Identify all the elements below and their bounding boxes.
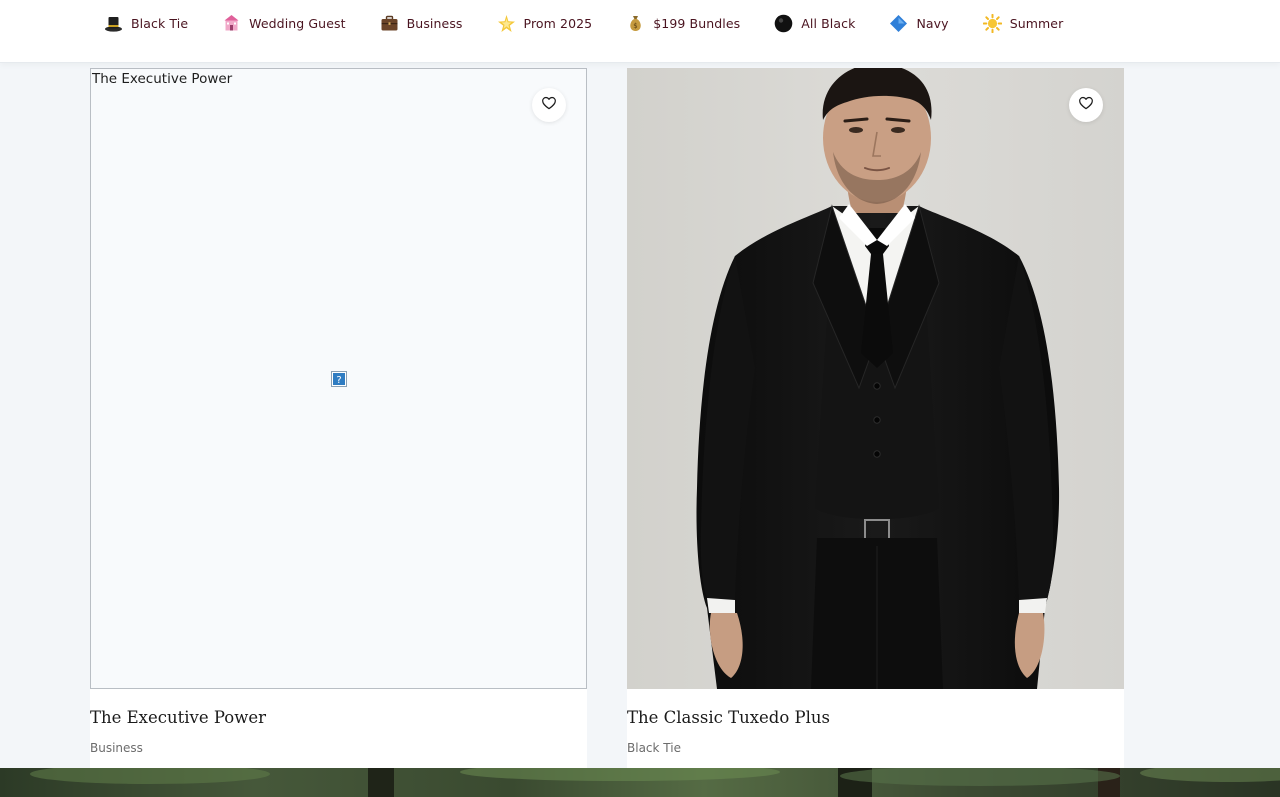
broken-image-icon: ? xyxy=(331,371,347,387)
product-category: Black Tie xyxy=(627,741,681,755)
nav-item-label: Summer xyxy=(1009,15,1064,31)
nav-item-wedding-guest[interactable]: Wedding Guest xyxy=(222,12,346,34)
svg-text:$: $ xyxy=(634,22,638,30)
nav-item-label: Wedding Guest xyxy=(249,15,346,31)
sun-icon xyxy=(982,13,1002,33)
nav-item-label: All Black xyxy=(801,15,856,31)
category-nav-list: Black Tie Wedding Guest Business Prom 20… xyxy=(104,12,1097,34)
briefcase-icon xyxy=(380,14,399,33)
blue-diamond-icon xyxy=(889,14,908,33)
nav-item-199-bundles[interactable]: $ $199 Bundles xyxy=(626,12,740,34)
product-title[interactable]: The Classic Tuxedo Plus xyxy=(627,708,830,727)
wedding-chapel-icon xyxy=(222,14,241,33)
product-category: Business xyxy=(90,741,143,755)
svg-text:?: ? xyxy=(336,375,341,386)
wishlist-button[interactable] xyxy=(532,88,566,122)
nav-item-black-tie[interactable]: Black Tie xyxy=(104,12,188,34)
product-image[interactable] xyxy=(627,68,1124,689)
product-title[interactable]: The Executive Power xyxy=(90,708,266,727)
money-bag-icon: $ xyxy=(626,14,645,33)
nav-item-summer[interactable]: Summer xyxy=(982,12,1064,34)
top-hat-icon xyxy=(104,14,123,33)
nav-item-label: $199 Bundles xyxy=(653,15,741,31)
footer-banner-image xyxy=(0,768,1280,797)
black-circle-icon xyxy=(774,14,793,33)
nav-item-prom-2025[interactable]: Prom 2025 xyxy=(497,12,593,34)
category-nav-bar: Black Tie Wedding Guest Business Prom 20… xyxy=(0,0,1280,63)
nav-item-navy[interactable]: Navy xyxy=(889,12,949,34)
product-image[interactable]: The Executive Power ? xyxy=(90,68,587,689)
nav-item-label: Prom 2025 xyxy=(523,15,593,31)
image-alt-text: The Executive Power xyxy=(92,71,233,87)
nav-item-label: Business xyxy=(406,15,463,31)
nav-item-label: Black Tie xyxy=(131,15,189,31)
wishlist-button[interactable] xyxy=(1069,88,1103,122)
heart-icon xyxy=(541,95,557,115)
foliage-background xyxy=(30,768,1280,797)
product-card[interactable]: The Executive Power ? The Executive Powe… xyxy=(90,68,587,768)
product-card[interactable]: The Classic Tuxedo Plus Black Tie xyxy=(627,68,1124,768)
sparkle-star-icon xyxy=(497,14,516,33)
nav-item-business[interactable]: Business xyxy=(380,12,463,34)
tuxedo-model-photo xyxy=(627,68,1124,689)
heart-icon xyxy=(1078,95,1094,115)
nav-item-all-black[interactable]: All Black xyxy=(774,12,855,34)
nav-item-label: Navy xyxy=(916,15,949,31)
